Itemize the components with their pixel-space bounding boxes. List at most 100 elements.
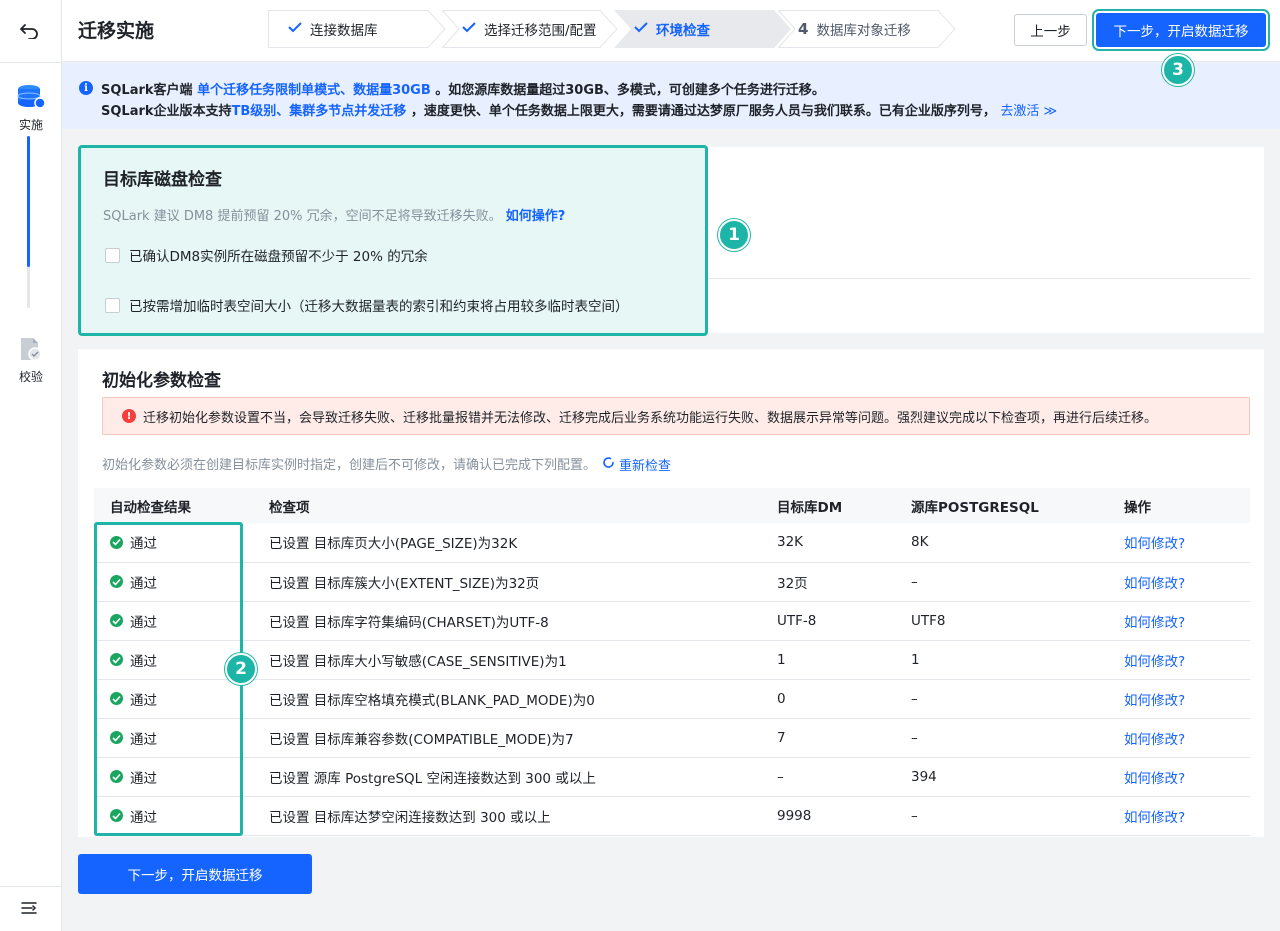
table-row: 通过 已设置 目标库页大小(PAGE_SIZE)为32K 32K 8K 如何修改?	[94, 523, 1250, 563]
rail-divider	[0, 62, 62, 63]
rail-progress-fill	[27, 136, 30, 267]
temp-space-checkbox[interactable]: 已按需增加临时表空间大小（迁移大数据量表的索引和约束将占用较多临时表空间）	[105, 295, 629, 315]
check-icon	[634, 21, 648, 37]
how-to-modify-link[interactable]: 如何修改?	[1124, 654, 1185, 670]
rail-item-label: 实施	[18, 118, 43, 132]
back-arrow-icon[interactable]	[16, 18, 42, 44]
rail-item-implement[interactable]: 实施	[0, 84, 62, 133]
check-item-cell: 已设置 目标库达梦空闲连接数达到 300 或以上	[253, 796, 761, 836]
step-label: 连接数据库	[310, 23, 378, 39]
step-select-scope[interactable]: 选择迁移范围/配置	[442, 10, 618, 48]
result-cell: 通过	[94, 679, 253, 719]
how-to-modify-link[interactable]: 如何修改?	[1124, 693, 1185, 709]
init-param-hint: 初始化参数必须在创建目标库实例时指定，创建后不可修改，请确认已完成下列配置。 重新…	[102, 454, 671, 474]
action-cell: 如何修改?	[1108, 640, 1250, 680]
prev-step-button[interactable]: 上一步	[1014, 14, 1087, 46]
success-check-icon	[110, 770, 123, 783]
source-value-cell: 8K	[895, 523, 1108, 563]
param-check-table: 自动检查结果 检查项 目标库DM 源库POSTGRESQL 操作 通过 已设置 目…	[94, 488, 1250, 836]
page-title: 迁移实施	[78, 20, 155, 42]
step-environment-check[interactable]: 环境检查	[614, 10, 791, 48]
disk-reserve-checkbox[interactable]: 已确认DM8实例所在磁盘预留不少于 20% 的冗余	[105, 245, 428, 265]
how-to-modify-link[interactable]: 如何修改?	[1124, 810, 1185, 826]
error-icon: !	[122, 409, 136, 423]
rail-item-verify[interactable]: 校验	[0, 336, 62, 385]
check-item-cell: 已设置 源库 PostgreSQL 空闲连接数达到 300 或以上	[253, 757, 761, 797]
action-cell: 如何修改?	[1108, 796, 1250, 836]
table-row: 通过 已设置 目标库空格填充模式(BLANK_PAD_MODE)为0 0– 如何修改?	[94, 679, 1250, 719]
table-row: 通过 已设置 目标库字符集编码(CHARSET)为UTF-8 UTF-8 UTF8 如何…	[94, 601, 1250, 641]
callout-badge-3: 3	[1162, 54, 1194, 86]
step-object-migration[interactable]: 4 数据库对象迁移	[778, 10, 956, 48]
info-banner: i SQLark客户端 单个迁移任务限制单模式、数据量30GB 。如您源库数据量…	[62, 63, 1280, 129]
source-value-cell: 394	[895, 757, 1108, 797]
collapse-menu-icon[interactable]	[20, 900, 42, 920]
how-to-modify-link[interactable]: 如何修改?	[1124, 732, 1185, 748]
check-item-cell: 已设置 目标库簇大小(EXTENT_SIZE)为32页	[253, 562, 761, 602]
disk-check-hint: SQLark 建议 DM8 提前预留 20% 冗余，空间不足将导致迁移失败。 如…	[103, 209, 566, 224]
column-header: 操作	[1108, 488, 1250, 523]
checkbox-box[interactable]	[105, 297, 120, 313]
how-to-modify-link[interactable]: 如何修改?	[1124, 615, 1185, 631]
init-param-card: 初始化参数检查 ! 迁移初始化参数设置不当，会导致迁移失败、迁移批量报错并无法修…	[78, 349, 1264, 837]
verify-document-icon	[18, 336, 44, 366]
next-start-migration-button[interactable]: 下一步，开启数据迁移	[1096, 13, 1266, 47]
banner-line-2: SQLark企业版本支持TB级别、集群多节点并发迁移 ，速度更快、单个任务数据上…	[101, 104, 1058, 119]
checkbox-label: 已按需增加临时表空间大小（迁移大数据量表的索引和约束将占用较多临时表空间）	[129, 299, 629, 315]
result-cell: 通过	[94, 718, 253, 758]
target-value-cell: 0	[761, 679, 895, 719]
activate-link[interactable]: 去激活 ≫	[1000, 104, 1057, 119]
target-value-cell: 9998	[761, 796, 895, 836]
disk-check-highlight: 目标库磁盘检查 SQLark 建议 DM8 提前预留 20% 冗余，空间不足将导…	[78, 145, 708, 336]
error-alert: ! 迁移初始化参数设置不当，会导致迁移失败、迁移批量报错并无法修改、迁移完成后业…	[102, 397, 1250, 435]
check-item-cell: 已设置 目标库空格填充模式(BLANK_PAD_MODE)为0	[253, 679, 761, 719]
target-value-cell: 32页	[761, 562, 895, 602]
target-value-cell: UTF-8	[761, 601, 895, 641]
step-connect-database[interactable]: 连接数据库	[268, 10, 446, 48]
column-header: 检查项	[253, 488, 761, 523]
source-value-cell: UTF8	[895, 601, 1108, 641]
success-check-icon	[110, 731, 123, 744]
recheck-link[interactable]: 重新检查	[602, 455, 671, 474]
next-start-migration-bottom-button[interactable]: 下一步，开启数据迁移	[78, 854, 312, 894]
result-text: 通过	[130, 770, 157, 787]
step-label: 环境检查	[656, 23, 710, 39]
action-cell: 如何修改?	[1108, 718, 1250, 758]
checkbox-label: 已确认DM8实例所在磁盘预留不少于 20% 的冗余	[129, 249, 428, 265]
checkbox-box[interactable]	[105, 247, 120, 263]
table-header-row: 自动检查结果 检查项 目标库DM 源库POSTGRESQL 操作	[94, 488, 1250, 523]
check-item-cell: 已设置 目标库页大小(PAGE_SIZE)为32K	[253, 523, 761, 563]
source-value-cell: –	[895, 796, 1108, 836]
success-check-icon	[110, 575, 123, 588]
callout-badge-1: 1	[718, 219, 750, 251]
init-param-title: 初始化参数检查	[102, 371, 221, 391]
disk-check-title: 目标库磁盘检查	[103, 170, 222, 190]
step-number: 4	[798, 20, 809, 38]
rail-progress-track	[27, 136, 30, 308]
column-header: 目标库DM	[761, 488, 895, 523]
step-bar: 连接数据库 选择迁移范围/配置 环境检查 4 数据库对象迁移	[268, 10, 956, 48]
callout-badge-2: 2	[225, 653, 257, 685]
column-header: 源库POSTGRESQL	[895, 488, 1108, 523]
step-label: 选择迁移范围/配置	[484, 23, 597, 39]
rail-item-label: 校验	[18, 370, 43, 384]
result-cell: 通过	[94, 601, 253, 641]
how-to-modify-link[interactable]: 如何修改?	[1124, 536, 1185, 552]
success-check-icon	[110, 692, 123, 705]
how-to-link[interactable]: 如何操作?	[506, 209, 566, 224]
result-text: 通过	[130, 575, 157, 592]
table-row: 通过 已设置 目标库大小写敏感(CASE_SENSITIVE)为1 1 1 如何修改?	[94, 640, 1250, 680]
banner-line-1: SQLark客户端 单个迁移任务限制单模式、数据量30GB 。如您源库数据量超过…	[101, 83, 825, 98]
target-value-cell: 32K	[761, 523, 895, 563]
how-to-modify-link[interactable]: 如何修改?	[1124, 576, 1185, 592]
check-item-cell: 已设置 目标库兼容参数(COMPATIBLE_MODE)为7	[253, 718, 761, 758]
check-item-cell: 已设置 目标库大小写敏感(CASE_SENSITIVE)为1	[253, 640, 761, 680]
source-value-cell: –	[895, 679, 1108, 719]
step-label: 数据库对象迁移	[816, 23, 911, 39]
result-text: 通过	[130, 653, 157, 670]
table-row: 通过 已设置 目标库兼容参数(COMPATIBLE_MODE)为7 7– 如何修改?	[94, 718, 1250, 758]
success-check-icon	[110, 614, 123, 627]
table-row: 通过 已设置 目标库达梦空闲连接数达到 300 或以上 9998– 如何修改?	[94, 796, 1250, 836]
how-to-modify-link[interactable]: 如何修改?	[1124, 771, 1185, 787]
success-check-icon	[110, 535, 123, 549]
